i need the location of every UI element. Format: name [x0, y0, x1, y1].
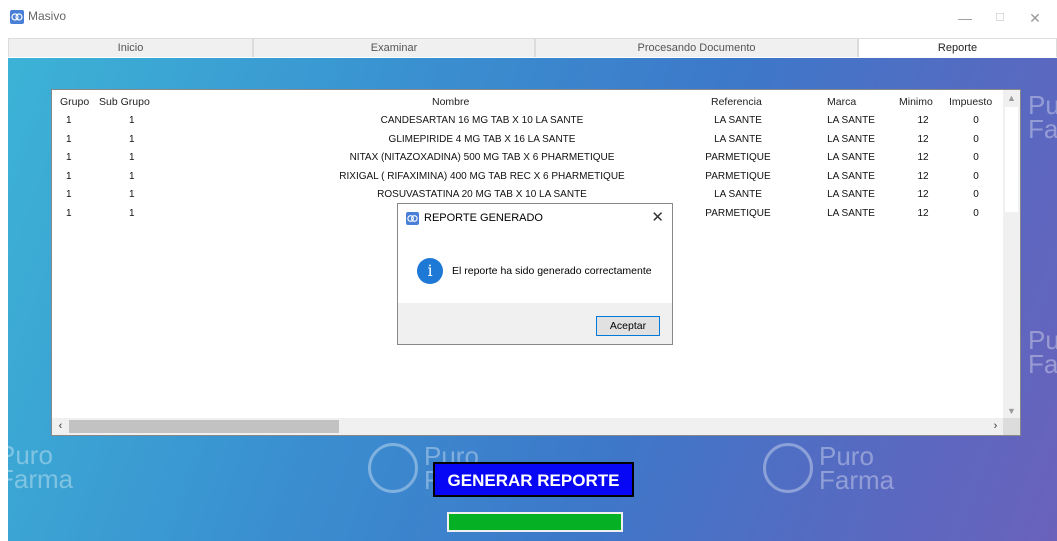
dialog-body: i El reporte ha sido generado correctame… — [398, 233, 672, 303]
cell-nombre: NITAX (NITAZOXADINA) 500 MG TAB X 6 PHAR… — [349, 152, 615, 164]
tab-reporte[interactable]: Reporte — [858, 38, 1057, 57]
cell-grupo: 1 — [66, 170, 72, 182]
cell-sub-grupo: 1 — [129, 115, 135, 126]
cell-marca: LA SANTE — [827, 170, 875, 182]
tab-procesando-documento[interactable]: Procesando Documento — [535, 38, 858, 57]
cell-grupo: 1 — [66, 152, 72, 164]
cell-grupo: 1 — [66, 189, 72, 201]
cell-referencia: LA SANTE — [714, 115, 762, 126]
progress-bar — [447, 512, 623, 532]
dialog-title: REPORTE GENERADO — [424, 212, 543, 224]
cell-impuesto: 0 — [973, 170, 979, 182]
column-header-referencia[interactable]: Referencia — [711, 96, 762, 108]
cell-sub-grupo: 1 — [129, 152, 135, 164]
cell-minimo: 12 — [917, 115, 929, 126]
cell-nombre: RIXIGAL ( RIFAXIMINA) 400 MG TAB REC X 6… — [339, 170, 625, 182]
cell-referencia: PARMETIQUE — [705, 208, 771, 219]
vertical-scrollbar[interactable]: ▲ ▼ — [1003, 90, 1020, 420]
cell-referencia: LA SANTE — [714, 189, 762, 201]
cell-grupo: 1 — [66, 115, 72, 126]
vertical-scroll-thumb[interactable] — [1005, 107, 1018, 212]
cell-grupo: 1 — [66, 133, 72, 145]
cell-minimo: 12 — [917, 170, 929, 182]
scroll-up-icon[interactable]: ▲ — [1003, 90, 1020, 107]
cell-minimo: 12 — [917, 189, 929, 201]
cell-marca: LA SANTE — [827, 133, 875, 145]
generate-report-button[interactable]: GENERAR REPORTE — [433, 462, 634, 497]
accept-button[interactable]: Aceptar — [596, 316, 660, 336]
cell-referencia: PARMETIQUE — [705, 152, 771, 164]
cell-referencia: PARMETIQUE — [705, 170, 771, 182]
app-icon — [406, 212, 419, 225]
window-title: Masivo — [28, 9, 67, 23]
report-generated-dialog: REPORTE GENERADO ✕ i El reporte ha sido … — [397, 203, 673, 345]
cell-impuesto: 0 — [973, 152, 979, 164]
dialog-message: El reporte ha sido generado correctament… — [452, 265, 652, 277]
app-icon — [10, 10, 24, 24]
info-icon: i — [417, 258, 443, 284]
cell-marca: LA SANTE — [827, 115, 875, 126]
column-header-impuesto[interactable]: Impuesto — [949, 96, 992, 108]
cell-impuesto: 0 — [973, 115, 979, 126]
cell-marca: LA SANTE — [827, 189, 875, 201]
scrollbar-corner — [1003, 418, 1020, 435]
puro-farma-watermark: PuroFarma — [763, 443, 894, 493]
scroll-left-icon[interactable]: ‹ — [52, 418, 69, 435]
column-header-grupo[interactable]: Grupo — [60, 96, 89, 108]
cell-sub-grupo: 1 — [129, 133, 135, 145]
table-row[interactable]: 1 1 NITAX (NITAZOXADINA) 500 MG TAB X 6 PH… — [52, 152, 992, 170]
cell-grupo: 1 — [66, 208, 72, 219]
column-header-sub-grupo[interactable]: Sub Grupo — [99, 96, 150, 108]
column-header-nombre[interactable]: Nombre — [432, 96, 469, 108]
cell-nombre: ROSUVASTATINA 20 MG TAB X 10 LA SANTE — [377, 189, 587, 201]
dialog-close-icon[interactable]: ✕ — [651, 208, 664, 226]
table-row[interactable]: 1 1 GLIMEPIRIDE 4 MG TAB X 16 LA SANTE LA S… — [52, 134, 992, 152]
cell-marca: LA SANTE — [827, 152, 875, 164]
horizontal-scrollbar[interactable]: ‹ › — [52, 418, 1004, 435]
minimize-button[interactable]: — — [950, 6, 980, 30]
puro-farma-watermark: PuroFarma — [8, 440, 74, 494]
cell-marca: LA SANTE — [827, 208, 875, 219]
cell-nombre: CANDESARTAN 16 MG TAB X 10 LA SANTE — [380, 115, 584, 126]
horizontal-scroll-thumb[interactable] — [69, 420, 339, 433]
cell-impuesto: 0 — [973, 208, 979, 219]
tab-bar: Inicio Examinar Procesando Documento Rep… — [8, 38, 1057, 58]
puro-farma-watermark: PuroFarma — [1028, 90, 1057, 144]
column-header-marca[interactable]: Marca — [827, 96, 856, 108]
scroll-right-icon[interactable]: › — [987, 418, 1004, 435]
cell-sub-grupo: 1 — [129, 170, 135, 182]
cell-minimo: 12 — [917, 133, 929, 145]
cell-impuesto: 0 — [973, 133, 979, 145]
progress-fill — [449, 514, 621, 530]
dialog-title-bar: REPORTE GENERADO ✕ — [398, 204, 672, 233]
tab-inicio[interactable]: Inicio — [8, 38, 253, 57]
puro-farma-logo-icon — [368, 443, 418, 493]
puro-farma-watermark: PuroFarma — [1028, 325, 1057, 379]
cell-sub-grupo: 1 — [129, 189, 135, 201]
cell-impuesto: 0 — [973, 189, 979, 201]
cell-nombre: GLIMEPIRIDE 4 MG TAB X 16 LA SANTE — [388, 133, 576, 145]
column-header-minimo[interactable]: Minimo — [899, 96, 933, 108]
table-row[interactable]: 1 1 RIXIGAL ( RIFAXIMINA) 400 MG TAB REC X… — [52, 171, 992, 189]
table-row[interactable]: 1 1 CANDESARTAN 16 MG TAB X 10 LA SANTE LA … — [52, 115, 992, 133]
tab-examinar[interactable]: Examinar — [253, 38, 535, 57]
cell-minimo: 12 — [917, 152, 929, 164]
cell-sub-grupo: 1 — [129, 208, 135, 219]
close-button[interactable]: ✕ — [1020, 6, 1050, 30]
puro-farma-logo-icon — [763, 443, 813, 493]
grid-header: Grupo Sub Grupo Nombre Referencia Marca … — [52, 96, 992, 112]
cell-minimo: 12 — [917, 208, 929, 219]
cell-referencia: LA SANTE — [714, 133, 762, 145]
title-bar: Masivo — ☐ ✕ — [0, 0, 1057, 38]
maximize-button[interactable]: ☐ — [985, 6, 1015, 30]
